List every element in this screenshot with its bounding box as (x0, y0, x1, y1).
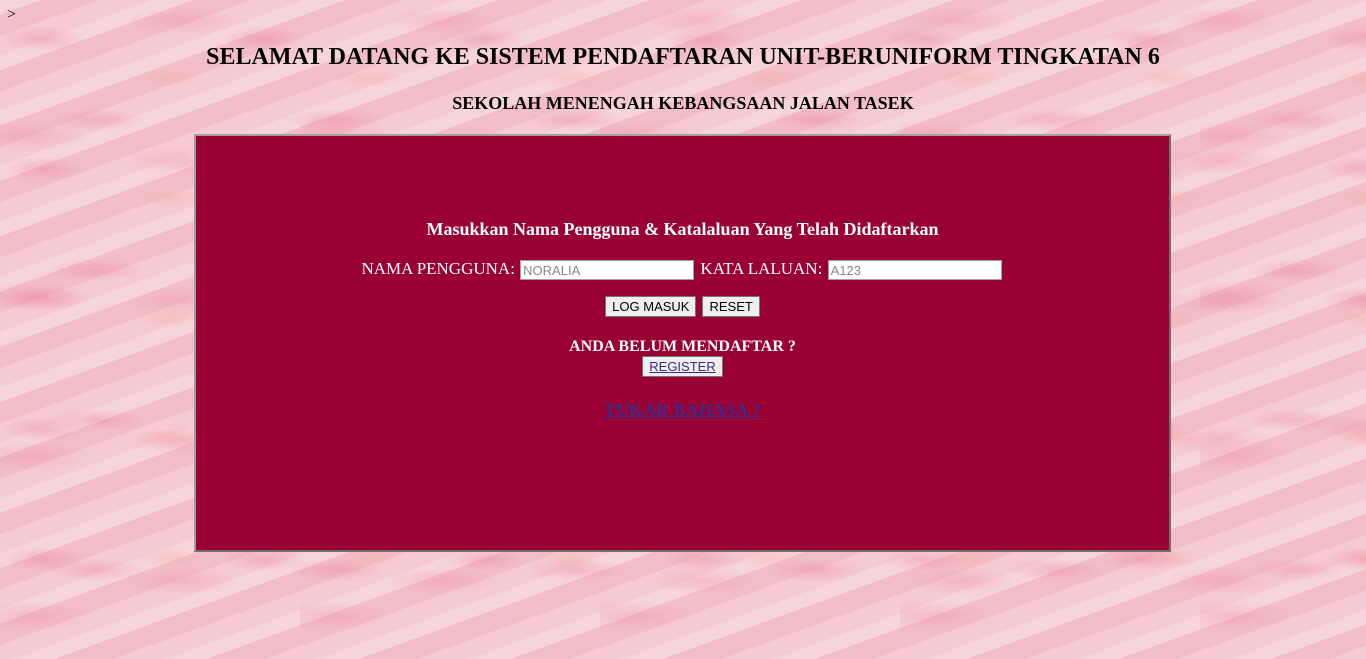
login-panel: Masukkan Nama Pengguna & Katalaluan Yang… (194, 134, 1171, 552)
register-row: REGISTER (196, 356, 1169, 377)
form-buttons: LOG MASUK RESET (196, 296, 1169, 317)
reset-button[interactable]: RESET (702, 296, 760, 317)
username-input[interactable] (520, 260, 695, 281)
password-label: KATA LALUAN: (700, 259, 823, 278)
login-button[interactable]: LOG MASUK (605, 296, 697, 317)
username-label: NAMA PENGGUNA: (361, 259, 515, 278)
change-language-link[interactable]: TUKAR BAHASA ? (604, 400, 761, 420)
password-input[interactable] (827, 260, 1002, 281)
language-row: TUKAR BAHASA ? (196, 400, 1169, 421)
not-registered-text: ANDA BELUM MENDAFTAR ? (569, 338, 796, 355)
stray-text: > (7, 6, 17, 23)
credentials-row: NAMA PENGGUNA: KATA LALUAN: (196, 259, 1169, 281)
register-button[interactable]: REGISTER (642, 356, 723, 377)
page-title: SELAMAT DATANG KE SISTEM PENDAFTARAN UNI… (206, 44, 1160, 70)
school-name: SEKOLAH MENENGAH KEBANGSAAN JALAN TASEK (452, 93, 914, 113)
login-instruction: Masukkan Nama Pengguna & Katalaluan Yang… (426, 219, 939, 239)
